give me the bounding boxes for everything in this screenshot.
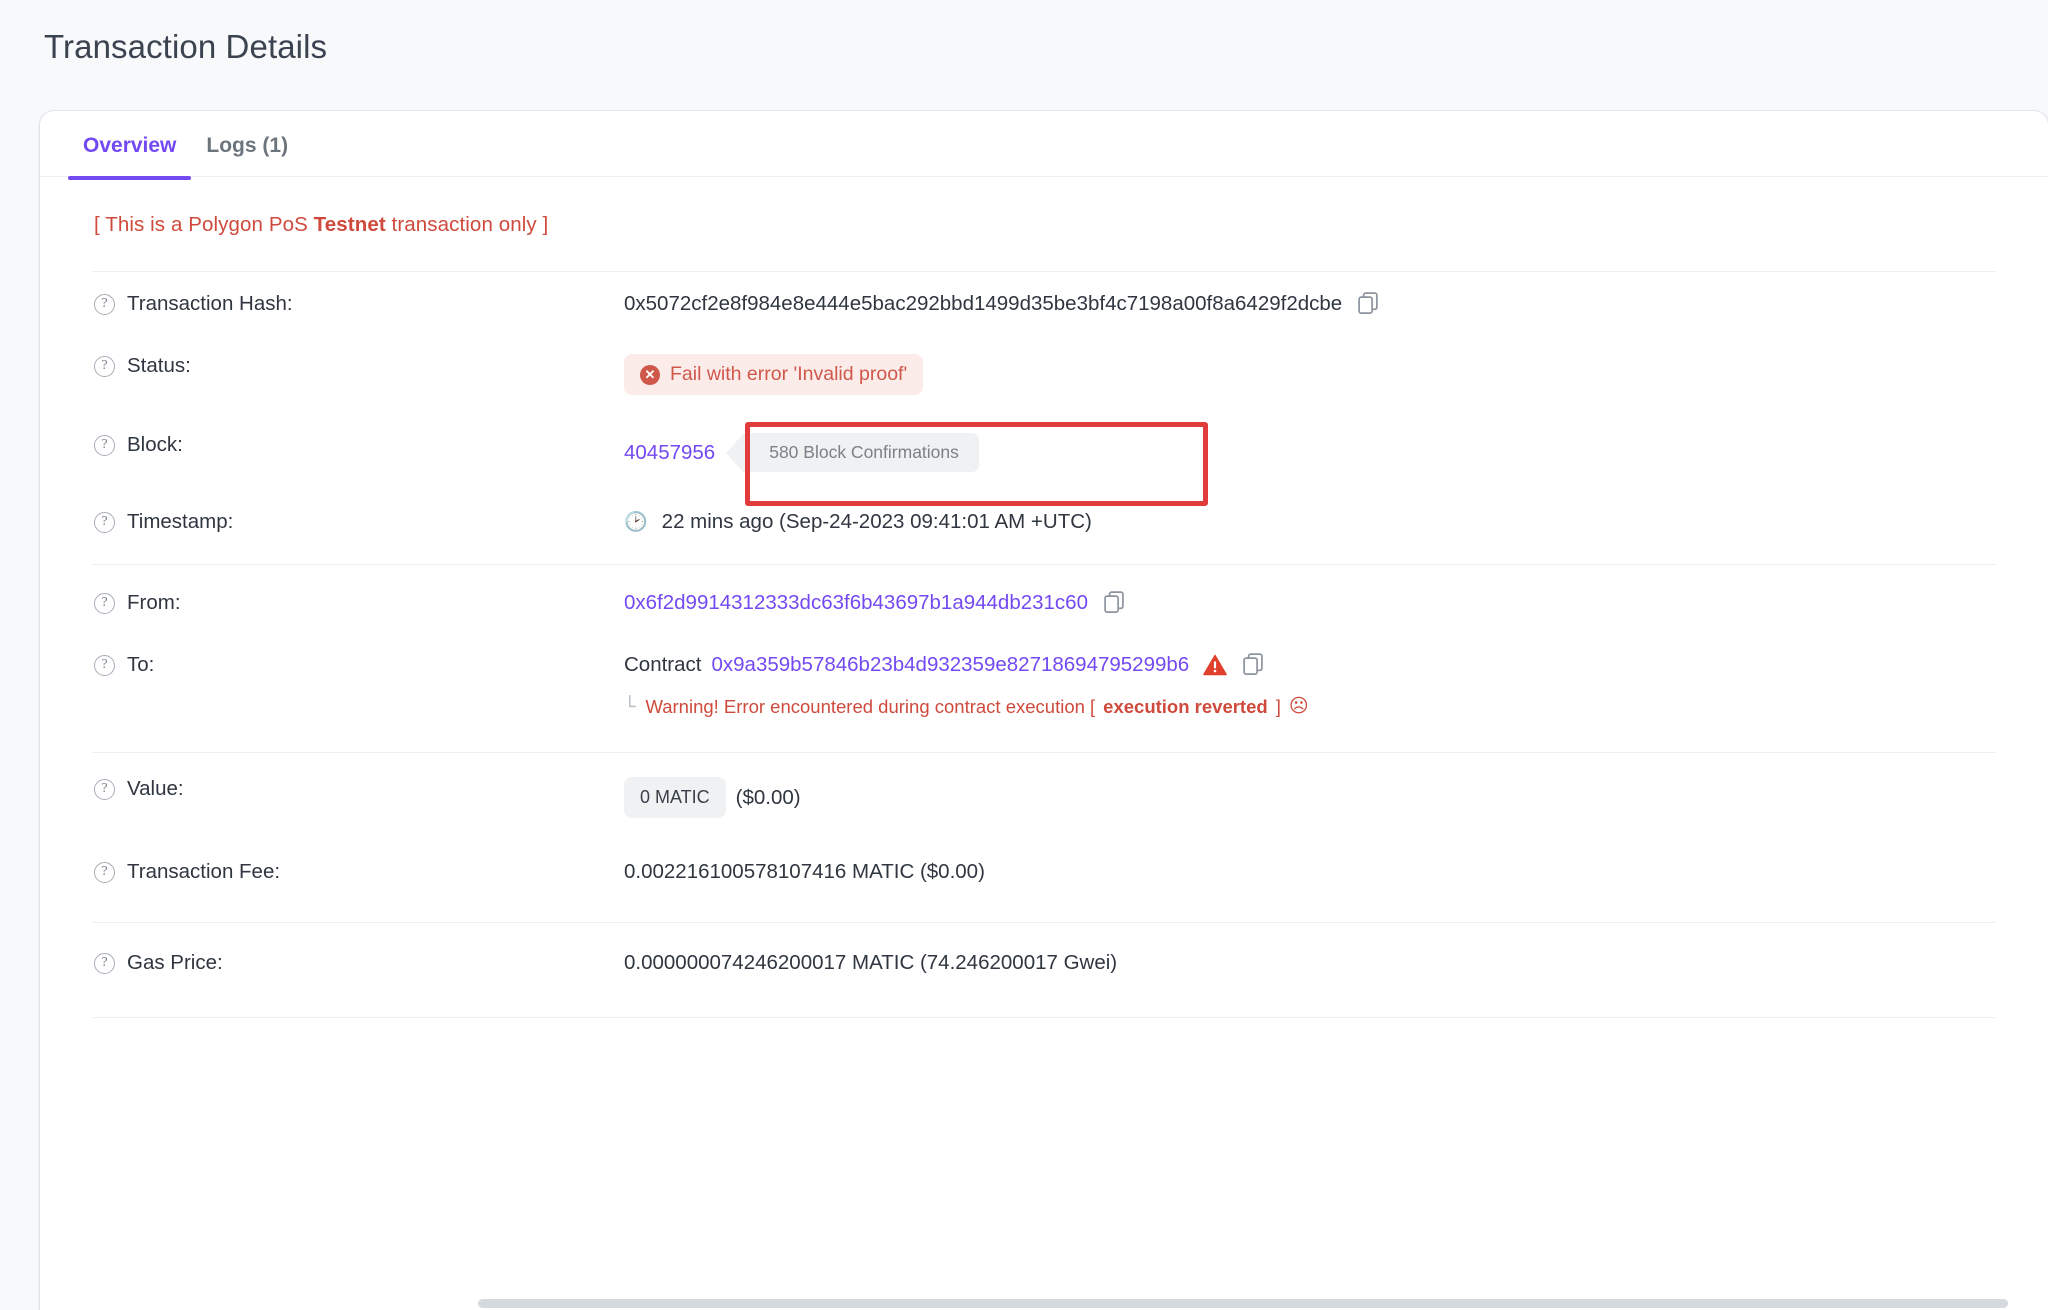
to-value-group: Contract 0x9a359b57846b23b4d932359e82718… [624, 651, 1994, 718]
help-icon[interactable]: ? [94, 293, 115, 315]
from-address-link[interactable]: 0x6f2d9914312333dc63f6b43697b1a944db231c… [624, 591, 1088, 615]
x-circle-icon: ✕ [640, 364, 660, 385]
value-fiat: ($0.00) [735, 785, 801, 809]
help-icon[interactable]: ? [94, 778, 115, 800]
to-label-group: ? To: [94, 651, 624, 677]
contract-execution-warning: └ Warning! Error encountered during cont… [624, 695, 1994, 718]
horizontal-scrollbar[interactable] [478, 1299, 2008, 1308]
transaction-fee-label: Transaction Fee: [127, 860, 281, 883]
help-icon[interactable]: ? [94, 434, 115, 456]
block-confirmations-chip: 580 Block Confirmations [726, 433, 979, 473]
tab-logs[interactable]: Logs (1) [191, 111, 303, 179]
card-body: [ This is a Polygon PoS Testnet transact… [40, 177, 2048, 1018]
row-value: ? Value: 0 MATIC ($0.00) [84, 753, 2004, 836]
row-transaction-hash: ? Transaction Hash: 0x5072cf2e8f984e8e44… [84, 272, 2004, 334]
help-icon[interactable]: ? [94, 592, 115, 614]
help-icon[interactable]: ? [94, 355, 115, 377]
tree-corner-icon: └ [624, 695, 636, 718]
tab-overview[interactable]: Overview [68, 111, 192, 180]
testnet-banner-prefix: [ This is a Polygon PoS [94, 213, 314, 236]
status-label-group: ? Status: [94, 352, 624, 378]
warning-prefix: Warning! Error encountered during contra… [645, 695, 1096, 717]
testnet-banner-suffix: transaction only ] [385, 213, 549, 236]
block-label: Block: [127, 433, 183, 456]
testnet-banner-emphasis: Testnet [313, 213, 386, 236]
block-number-link[interactable]: 40457956 [624, 441, 715, 465]
from-label-group: ? From: [94, 589, 624, 615]
value-label: Value: [127, 777, 184, 800]
clock-icon: 🕑 [624, 512, 648, 533]
row-gas-price: ? Gas Price: 0.000000074246200017 MATIC … [84, 923, 2004, 993]
gas-price-label: Gas Price: [127, 951, 223, 974]
copy-icon[interactable] [1358, 292, 1380, 316]
row-timestamp: ? Timestamp: 🕑 22 mins ago (Sep-24-2023 … [84, 490, 2004, 552]
row-block: ? Block: 40457956 580 Block Confirmation… [84, 413, 2004, 490]
status-badge: ✕ Fail with error 'Invalid proof' [624, 354, 924, 395]
copy-icon[interactable] [1104, 591, 1126, 615]
divider-5 [92, 1017, 1996, 1018]
transaction-fee-label-group: ? Transaction Fee: [94, 858, 624, 884]
transaction-hash-value: 0x5072cf2e8f984e8e444e5bac292bbd1499d35b… [624, 292, 1343, 315]
from-label: From: [127, 591, 181, 614]
timestamp-label-group: ? Timestamp: [94, 508, 624, 534]
row-to: ? To: Contract 0x9a359b57846b23b4d932359… [84, 633, 2004, 736]
copy-icon[interactable] [1243, 653, 1265, 677]
value-label-group: ? Value: [94, 775, 624, 801]
transaction-hash-label: Transaction Hash: [127, 292, 293, 315]
block-label-group: ? Block: [94, 431, 624, 457]
testnet-banner: [ This is a Polygon PoS Testnet transact… [84, 177, 2004, 271]
value-value-group: 0 MATIC ($0.00) [624, 775, 1994, 818]
status-badge-text: Fail with error 'Invalid proof' [670, 363, 908, 385]
transaction-hash-value-group: 0x5072cf2e8f984e8e444e5bac292bbd1499d35b… [624, 290, 1994, 316]
help-icon[interactable]: ? [94, 861, 115, 883]
gas-price-label-group: ? Gas Price: [94, 949, 624, 975]
status-value-group: ✕ Fail with error 'Invalid proof' [624, 352, 1994, 395]
row-transaction-fee: ? Transaction Fee: 0.002216100578107416 … [84, 836, 2004, 902]
warning-suffix: ] [1275, 695, 1281, 717]
help-icon[interactable]: ? [94, 952, 115, 974]
to-label: To: [127, 653, 155, 676]
tab-bar: Overview Logs (1) [40, 111, 2048, 180]
help-icon[interactable]: ? [94, 654, 115, 676]
page-title: Transaction Details [44, 28, 328, 65]
warning-emphasis: execution reverted [1103, 695, 1268, 717]
to-address-link[interactable]: 0x9a359b57846b23b4d932359e82718694795299… [711, 653, 1189, 677]
transaction-card: Overview Logs (1) [ This is a Polygon Po… [40, 111, 2048, 1310]
timestamp-value-group: 🕑 22 mins ago (Sep-24-2023 09:41:01 AM +… [624, 508, 1994, 534]
row-status: ? Status: ✕ Fail with error 'Invalid pro… [84, 334, 2004, 413]
from-value-group: 0x6f2d9914312333dc63f6b43697b1a944db231c… [624, 589, 1994, 615]
transaction-details-page: Transaction Details Overview Logs (1) [ … [0, 0, 2048, 1310]
warning-triangle-icon[interactable] [1203, 654, 1227, 676]
transaction-fee-value: 0.002216100578107416 MATIC ($0.00) [624, 860, 985, 883]
to-contract-prefix: Contract [624, 653, 702, 676]
timestamp-value: 22 mins ago (Sep-24-2023 09:41:01 AM +UT… [661, 510, 1092, 533]
value-amount-chip: 0 MATIC [624, 777, 726, 818]
row-from: ? From: 0x6f2d9914312333dc63f6b43697b1a9… [84, 565, 2004, 633]
gas-price-value: 0.000000074246200017 MATIC (74.246200017… [624, 951, 1118, 974]
status-label: Status: [127, 354, 191, 377]
help-icon[interactable]: ? [94, 511, 115, 533]
transaction-hash-label-group: ? Transaction Hash: [94, 290, 624, 316]
sad-face-icon: ☹ [1288, 696, 1309, 717]
block-value-group: 40457956 580 Block Confirmations [624, 431, 1994, 473]
timestamp-label: Timestamp: [127, 510, 234, 533]
